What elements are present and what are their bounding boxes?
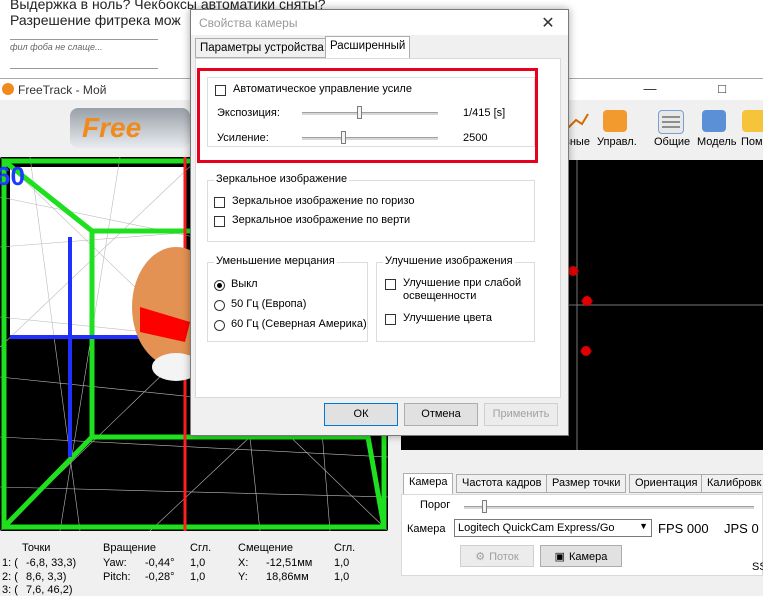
low-light-checkbox[interactable]	[385, 279, 396, 290]
tab-device-settings[interactable]: Параметры устройства	[195, 38, 329, 58]
window-title: FreeTrack - Мой	[18, 83, 107, 97]
flicker-group: Уменьшение мерцания Выкл 50 Гц (Европа) …	[207, 255, 368, 342]
stats-rot-label: Pitch:	[103, 571, 131, 583]
mirror-group: Зеркальное изображение Зеркальное изобра…	[207, 173, 535, 242]
divider	[10, 39, 158, 40]
tab-advanced[interactable]: Расширенный	[325, 36, 411, 59]
help-icon[interactable]	[742, 110, 763, 132]
dialog-title: Свойства камеры	[199, 16, 298, 30]
model-icon[interactable]	[702, 110, 726, 132]
stats-point-id: 3: (	[2, 584, 18, 596]
toolbar-label-controls[interactable]: Управл.	[597, 136, 637, 148]
low-light-label: Улучшение при слабой освещенности	[403, 277, 522, 302]
mirror-group-caption: Зеркальное изображение	[214, 173, 350, 185]
tab-calibration[interactable]: Калибровк	[701, 474, 763, 493]
camera-select-value: Logitech QuickCam Express/Go	[458, 522, 615, 534]
mirror-vertical-label: Зеркальное изображение по верти	[232, 214, 411, 226]
stats-header-points: Точки	[22, 542, 51, 554]
stats-point-coords: 8,6, 3,3)	[26, 571, 67, 583]
stats-rot-label: Yaw:	[103, 557, 127, 569]
flicker-50hz-radio[interactable]	[214, 300, 225, 311]
close-icon[interactable]: ✕	[538, 13, 558, 33]
enhance-group-caption: Улучшение изображения	[383, 255, 515, 267]
flicker-off-radio[interactable]	[214, 280, 225, 291]
view-number: 60	[0, 161, 25, 191]
sliders-icon[interactable]	[658, 110, 684, 134]
chevron-down-icon[interactable]: ▼	[639, 521, 648, 531]
camera-tab-panel: Порог Камера Logitech QuickCam Express/G…	[401, 494, 763, 576]
stats-rot-value: -0,28°	[145, 571, 175, 583]
gear-icon: ⚙	[475, 551, 486, 563]
stats-off-value: -12,51мм	[266, 557, 313, 569]
stream-button[interactable]: ⚙ Поток	[460, 545, 534, 567]
stats-smooth-value: 1,0	[334, 557, 350, 569]
curve-icon[interactable]	[566, 110, 590, 132]
freetrack-app-icon	[2, 83, 14, 95]
color-enhance-checkbox[interactable]	[385, 314, 396, 325]
camera-button-label: Камера	[568, 551, 608, 563]
stats-rot-value: -0,44°	[145, 557, 175, 569]
dialog-titlebar: Свойства камеры ✕	[191, 10, 568, 35]
tab-orientation[interactable]: Ориентация	[629, 474, 704, 493]
camera-select[interactable]: Logitech QuickCam Express/Go ▼	[454, 519, 652, 537]
flicker-50hz-label: 50 Гц (Европа)	[231, 298, 307, 310]
divider	[10, 68, 158, 69]
stats-header-smooth: Сгл.	[334, 542, 356, 554]
threshold-slider[interactable]	[464, 506, 754, 509]
enhance-group: Улучшение изображения Улучшение при слаб…	[376, 255, 535, 342]
maximize-icon[interactable]: □	[700, 81, 744, 99]
forum-signature: фил фоба не слаще...	[10, 42, 103, 52]
status-fragment: SS	[752, 561, 763, 573]
stats-smooth-value: 1,0	[190, 557, 206, 569]
freetrack-logo: Free	[70, 108, 190, 148]
ok-button[interactable]: ОК	[324, 403, 398, 426]
stats-smooth-value: 1,0	[334, 571, 350, 583]
flicker-off-label: Выкл	[231, 278, 258, 290]
stats-header-smooth: Сгл.	[190, 542, 212, 554]
mirror-horizontal-checkbox[interactable]	[214, 197, 225, 208]
stats-point-coords: 7,6, 46,2)	[26, 584, 73, 596]
tab-point-size[interactable]: Размер точки	[546, 474, 627, 493]
fps-readout: FPS 000	[658, 521, 709, 536]
stats-point-id: 2: (	[2, 571, 18, 583]
tab-camera[interactable]: Камера	[403, 473, 454, 494]
threshold-label: Порог	[420, 499, 451, 511]
minimize-icon[interactable]: —	[628, 81, 672, 99]
stats-off-label: X:	[238, 557, 249, 569]
jps-readout: JPS 0	[724, 521, 759, 536]
camera-button[interactable]: ▣ Камера	[540, 545, 622, 567]
toolbar-label-help[interactable]: Пом	[741, 136, 763, 148]
stats-off-value: 18,86мм	[266, 571, 309, 583]
cancel-button[interactable]: Отмена	[404, 403, 478, 426]
controls-icon[interactable]	[603, 110, 627, 132]
settings-tabs: Камера Частота кадров Размер точки Ориен…	[401, 473, 763, 494]
toolbar-label-general[interactable]: Общие	[654, 136, 690, 148]
forum-line-2: Разрешение фитрека мож	[10, 12, 181, 28]
stats-point-id: 1: (	[2, 557, 18, 569]
logo-text: Free	[82, 112, 142, 143]
stats-off-label: Y:	[238, 571, 248, 583]
threshold-slider-thumb[interactable]	[482, 500, 487, 513]
main-toolbar: вные Управл. Общие Модель Пом	[560, 106, 763, 156]
color-enhance-label: Улучшение цвета	[403, 312, 493, 324]
flicker-60hz-label: 60 Гц (Северная Америка)	[231, 318, 367, 330]
camera-label: Камера	[407, 523, 446, 535]
toolbar-label-model[interactable]: Модель	[697, 136, 736, 148]
apply-button[interactable]: Применить	[484, 403, 558, 426]
stats-point-coords: -6,8, 33,3)	[26, 557, 77, 569]
tracking-stats: Точки Вращение Сгл. Смещение Сгл. 1: ( -…	[0, 538, 390, 596]
mirror-vertical-checkbox[interactable]	[214, 216, 225, 227]
mirror-horizontal-label: Зеркальное изображение по горизо	[232, 195, 415, 207]
flicker-group-caption: Уменьшение мерцания	[214, 255, 337, 267]
camera-icon: ▣	[554, 551, 565, 563]
flicker-60hz-radio[interactable]	[214, 320, 225, 331]
tab-framerate[interactable]: Частота кадров	[456, 474, 548, 493]
stats-smooth-value: 1,0	[190, 571, 206, 583]
stream-button-label: Поток	[489, 551, 519, 563]
stats-header-offset: Смещение	[238, 542, 294, 554]
highlight-box	[197, 68, 538, 163]
stats-header-rotation: Вращение	[103, 542, 156, 554]
